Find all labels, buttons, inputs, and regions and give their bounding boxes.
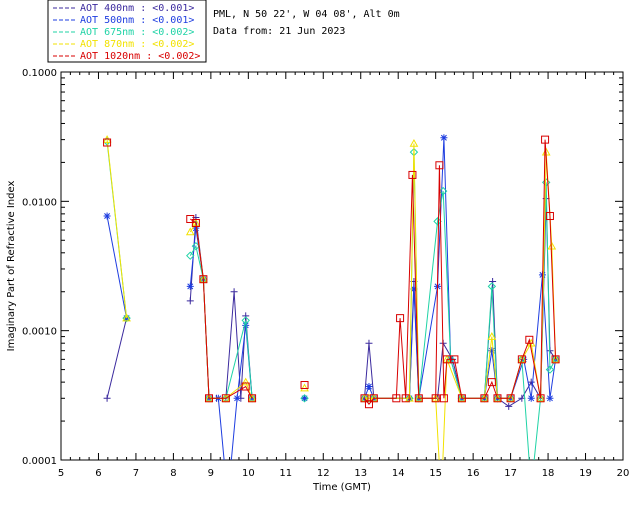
data-point [365, 339, 373, 347]
series-group [102, 134, 560, 502]
x-tick-label: 9 [208, 468, 214, 479]
series-line [106, 139, 557, 460]
legend-entry: AOT 870nm : <0.002> [80, 39, 194, 50]
y-tick-label: 0.0001 [22, 456, 57, 467]
legend-entry: AOT 1020nm : <0.002> [80, 51, 200, 62]
x-tick-label: 8 [170, 468, 176, 479]
x-tick-label: 7 [133, 468, 139, 479]
refractive-index-chart: AOT 400nm : <0.001>AOT 500nm : <0.001>AO… [6, 0, 630, 502]
data-point [440, 134, 448, 142]
x-tick-label: 17 [504, 468, 517, 479]
y-tick-label: 0.0010 [22, 327, 57, 338]
y-axis-label: Imaginary Part of Refractive Index [6, 181, 17, 352]
x-tick-label: 13 [354, 468, 367, 479]
data-point [528, 485, 535, 492]
data-point [505, 402, 513, 410]
data-point [103, 212, 111, 220]
x-tick-label: 20 [617, 468, 630, 479]
legend-entry: AOT 500nm : <0.001> [80, 15, 194, 26]
x-axis-label: Time (GMT) [312, 482, 371, 493]
series-4 [102, 135, 560, 501]
data-point [242, 312, 250, 320]
x-tick-label: 11 [279, 468, 292, 479]
x-tick-label: 6 [95, 468, 101, 479]
data-point [186, 282, 194, 290]
series-line [106, 137, 557, 460]
series-2 [103, 134, 560, 502]
x-tick-label: 18 [542, 468, 555, 479]
data-point [301, 394, 309, 402]
x-tick-label: 16 [467, 468, 480, 479]
x-tick-label: 14 [392, 468, 405, 479]
data-point [438, 495, 445, 501]
legend-entry: AOT 675nm : <0.002> [80, 27, 194, 38]
date-label: Data from: 21 Jun 2023 [213, 26, 345, 37]
x-tick-label: 15 [429, 468, 442, 479]
x-tick-label: 12 [317, 468, 330, 479]
series-5 [103, 135, 560, 409]
x-tick-label: 19 [579, 468, 592, 479]
series-line [189, 139, 557, 406]
x-tick-label: 5 [58, 468, 64, 479]
data-point [103, 394, 111, 402]
data-point [230, 288, 238, 296]
data-point [546, 394, 554, 402]
data-point [527, 394, 535, 402]
series-line [106, 141, 556, 460]
data-point [233, 394, 241, 402]
y-tick-label: 0.0100 [22, 197, 57, 208]
y-tick-label: 0.1000 [22, 68, 57, 79]
site-label: PML, N 50 22', W 04 08', Alt 0m [213, 9, 400, 20]
legend-entry: AOT 400nm : <0.001> [80, 3, 194, 14]
data-point [224, 495, 231, 502]
data-point [365, 383, 373, 391]
x-tick-label: 10 [242, 468, 255, 479]
data-point [186, 297, 194, 305]
data-point [300, 383, 309, 392]
